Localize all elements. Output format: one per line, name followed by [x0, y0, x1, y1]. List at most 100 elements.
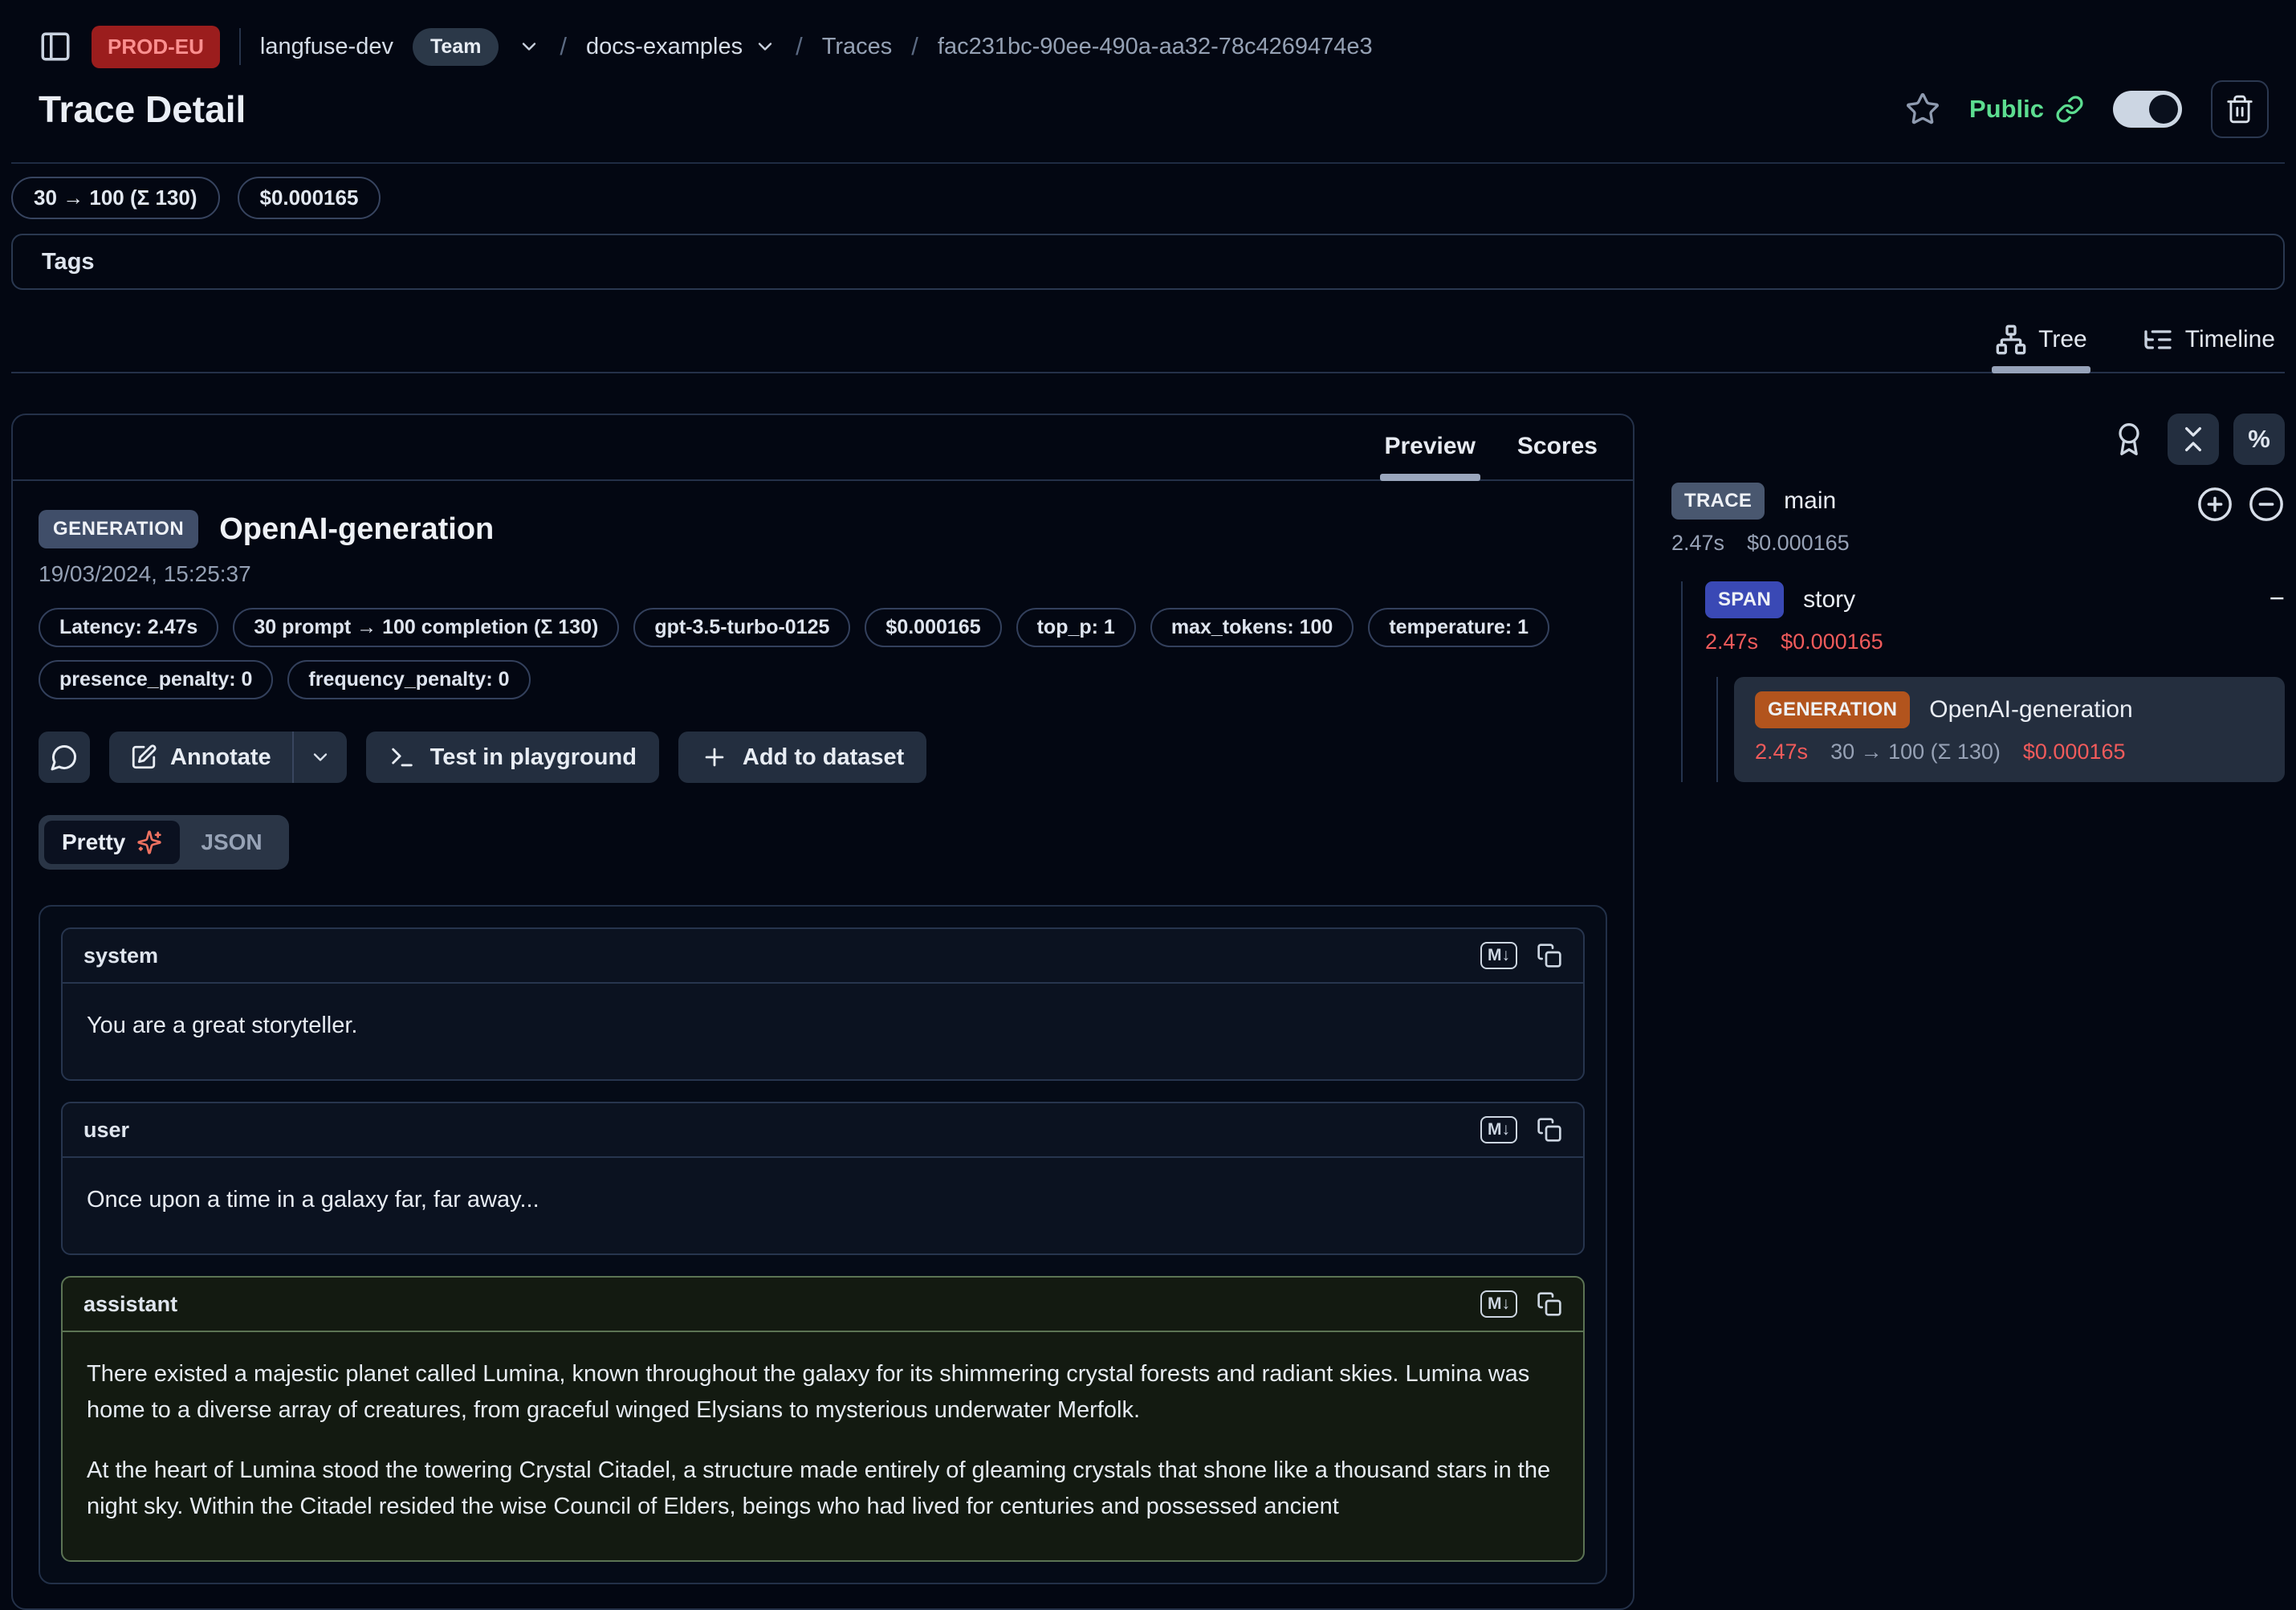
panel-body: GENERATION OpenAI-generation 19/03/2024,… [13, 481, 1633, 1584]
circle-plus-icon[interactable] [2196, 486, 2233, 523]
delete-trace-button[interactable] [2211, 80, 2269, 138]
terminal-icon [389, 744, 416, 771]
span-cost: $0.000165 [1781, 630, 1883, 654]
public-link[interactable]: Public [1969, 95, 2084, 124]
comment-icon [50, 743, 79, 772]
message-header: user M↓ [63, 1103, 1583, 1158]
tab-tree-label: Tree [2038, 326, 2087, 353]
panel-tabs: Preview Scores [13, 415, 1633, 481]
model-pill: gpt-3.5-turbo-0125 [633, 608, 850, 647]
message-content: There existed a majestic planet called L… [63, 1332, 1583, 1560]
comment-button[interactable] [39, 732, 90, 783]
project-chevron-down-icon [754, 35, 776, 58]
circle-minus-icon[interactable] [2248, 486, 2285, 523]
observation-params: Latency: 2.47s 30 prompt → 100 completio… [39, 608, 1607, 699]
annotate-button[interactable]: Annotate [109, 732, 292, 783]
scores-award-icon[interactable] [2111, 414, 2147, 465]
params-row-2: presence_penalty: 0 frequency_penalty: 0 [39, 660, 1607, 699]
copy-icon [1537, 1117, 1562, 1143]
format-toggle: Pretty JSON [39, 815, 289, 870]
pen-square-icon [130, 744, 157, 771]
markdown-toggle-icon[interactable]: M↓ [1480, 942, 1517, 969]
generation-latency: 2.47s [1755, 740, 1808, 764]
copy-button[interactable] [1537, 943, 1562, 968]
format-pretty-option[interactable]: Pretty [44, 821, 180, 864]
sidebar-toggle-icon[interactable] [39, 30, 72, 63]
tree-node-trace[interactable]: TRACE main 2.47s $0.000165 [1671, 483, 2285, 556]
message-header: assistant M↓ [63, 1278, 1583, 1332]
trace-metrics: 2.47s $0.000165 [1671, 531, 1850, 556]
message-content: Once upon a time in a galaxy far, far aw… [63, 1158, 1583, 1253]
generation-metrics: 2.47s 30 → 100 (Σ 130) $0.000165 [1755, 740, 2264, 764]
environment-badge[interactable]: PROD-EU [92, 26, 220, 68]
breadcrumb-organization[interactable]: langfuse-dev [260, 34, 393, 60]
breadcrumb: PROD-EU langfuse-dev Team / docs-example… [11, 11, 2285, 72]
tab-scores-label: Scores [1517, 433, 1598, 459]
collapse-node-button[interactable]: − [2270, 581, 2285, 613]
breadcrumb-divider [239, 28, 241, 65]
annotate-dropdown-button[interactable] [294, 732, 347, 783]
add-to-dataset-button[interactable]: Add to dataset [678, 732, 926, 783]
format-json-option[interactable]: JSON [180, 821, 283, 864]
breadcrumb-separator: / [796, 32, 803, 61]
generation-name: OpenAI-generation [1929, 696, 2133, 723]
plus-icon [701, 744, 728, 771]
test-in-playground-button[interactable]: Test in playground [366, 732, 659, 783]
public-label: Public [1969, 95, 2044, 124]
tab-timeline[interactable]: Timeline [2139, 317, 2278, 372]
sparkles-icon [136, 829, 162, 855]
message-paragraph: Once upon a time in a galaxy far, far aw… [87, 1182, 1559, 1218]
messages-container: system M↓ You are a great storyteller. [39, 905, 1607, 1584]
tags-field[interactable]: Tags [11, 234, 2285, 290]
public-toggle[interactable] [2113, 91, 2182, 128]
content-row: Preview Scores GENERATION OpenAI-generat… [11, 414, 2285, 1610]
markdown-toggle-icon[interactable]: M↓ [1480, 1116, 1517, 1143]
breadcrumb-traces[interactable]: Traces [822, 34, 893, 60]
generation-cost: $0.000165 [2023, 740, 2126, 764]
tab-scores[interactable]: Scores [1496, 415, 1618, 479]
chevron-down-icon [309, 746, 332, 768]
markdown-toggle-icon[interactable]: M↓ [1480, 1290, 1517, 1318]
tree-node-generation-selected[interactable]: GENERATION OpenAI-generation 2.47s 30 → … [1734, 677, 2285, 782]
message-tools: M↓ [1480, 942, 1562, 969]
trash-icon [2225, 94, 2255, 124]
message-role: system [83, 944, 158, 968]
collapse-all-button[interactable] [2168, 414, 2219, 465]
max-tokens-pill: max_tokens: 100 [1150, 608, 1354, 647]
cost-pill: $0.000165 [238, 177, 381, 219]
tree-node-span[interactable]: SPAN story 2.47s $0.000165 − [1705, 581, 2285, 654]
message-tools: M↓ [1480, 1290, 1562, 1318]
org-role-badge[interactable]: Team [413, 28, 499, 66]
actions-row: Annotate Test in playground Add to data [39, 732, 1607, 783]
toggle-metrics-button[interactable]: % [2233, 414, 2285, 465]
cost-pill: $0.000165 [865, 608, 1001, 647]
message-card-system: system M↓ You are a great storyteller. [61, 927, 1585, 1081]
breadcrumb-project[interactable]: docs-examples [586, 34, 776, 60]
span-name: story [1803, 586, 1855, 613]
trace-latency: 2.47s [1671, 531, 1724, 556]
title-row: Trace Detail Public [11, 72, 2285, 138]
link-icon [2055, 95, 2084, 124]
message-content: You are a great storyteller. [63, 984, 1583, 1079]
trace-node-main: TRACE main 2.47s $0.000165 [1671, 483, 1850, 556]
message-header: system M↓ [63, 929, 1583, 984]
trace-detail-page: PROD-EU langfuse-dev Team / docs-example… [0, 0, 2296, 1610]
tab-tree[interactable]: Tree [1992, 317, 2090, 372]
trace-node-head: TRACE main [1671, 483, 1850, 520]
copy-button[interactable] [1537, 1117, 1562, 1143]
trace-name: main [1784, 487, 1836, 515]
latency-pill: Latency: 2.47s [39, 608, 218, 647]
tab-preview[interactable]: Preview [1364, 415, 1496, 479]
format-json-label: JSON [201, 829, 262, 855]
tab-preview-label: Preview [1385, 433, 1476, 459]
fold-vertical-icon [2177, 423, 2209, 455]
org-chevron-down-icon[interactable] [518, 35, 540, 58]
message-paragraph: You are a great storyteller. [87, 1008, 1559, 1044]
tree-controls: % [1671, 414, 2285, 465]
span-latency: 2.47s [1705, 630, 1758, 654]
copy-button[interactable] [1537, 1291, 1562, 1317]
format-pretty-label: Pretty [62, 829, 125, 855]
span-node-main: SPAN story 2.47s $0.000165 [1705, 581, 1883, 654]
favorite-star-icon[interactable] [1905, 92, 1940, 127]
message-card-assistant: assistant M↓ There existed a majestic pl… [61, 1276, 1585, 1562]
